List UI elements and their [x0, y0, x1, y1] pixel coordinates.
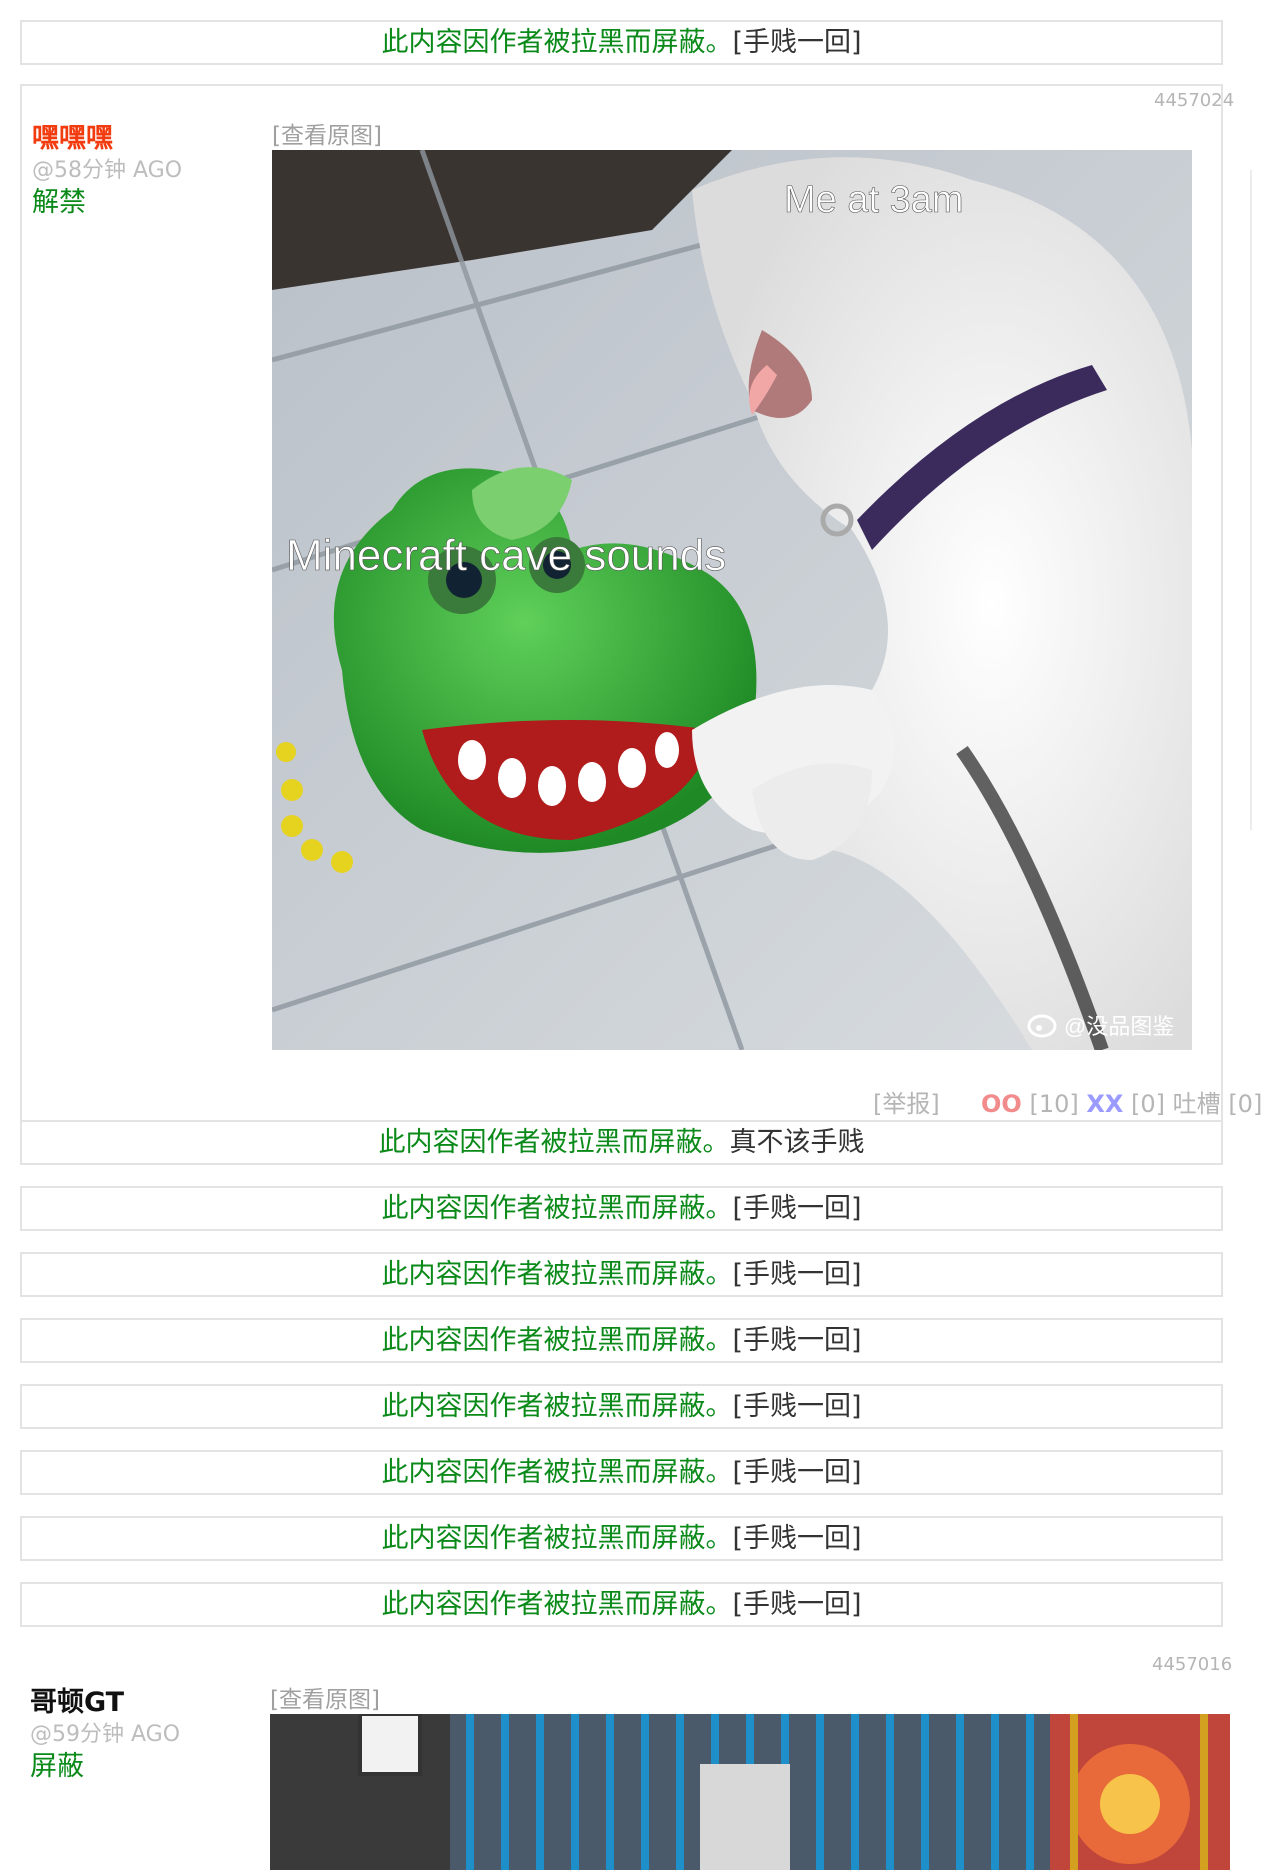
- blocked-post-notice: 此内容因作者被拉黑而屏蔽。[手贱一回]: [20, 1516, 1223, 1561]
- unblock-link[interactable]: 解禁: [32, 180, 86, 219]
- comment-link[interactable]: 吐槽: [1173, 1090, 1221, 1118]
- show-blocked-link[interactable]: [手贱一回]: [732, 27, 861, 58]
- show-blocked-link[interactable]: [手贱一回]: [732, 1391, 861, 1422]
- blocked-text: 此内容因作者被拉黑而屏蔽。: [381, 1259, 733, 1290]
- blocked-post-notice: 此内容因作者被拉黑而屏蔽。[手贱一回]: [20, 1384, 1223, 1429]
- blocked-comment-notice: 此内容因作者被拉黑而屏蔽。真不该手贱: [20, 1120, 1223, 1165]
- image-watermark: @没品图鉴: [1064, 1014, 1174, 1039]
- post-footer: [举报] OO [10] XX [0] 吐槽 [0]: [873, 1084, 1262, 1119]
- show-blocked-link[interactable]: [手贱一回]: [732, 1193, 861, 1224]
- show-blocked-link[interactable]: 真不该手贱: [730, 1127, 865, 1158]
- blocked-text: 此内容因作者被拉黑而屏蔽。: [381, 1325, 733, 1356]
- blocked-post-notice: 此内容因作者被拉黑而屏蔽。[手贱一回]: [20, 1186, 1223, 1231]
- blocked-post-notice: 此内容因作者被拉黑而屏蔽。[手贱一回]: [20, 1252, 1223, 1297]
- post-author: 哥顿GT: [30, 1687, 125, 1718]
- post-image[interactable]: Me at 3am Minecraft cave sounds @没品图鉴: [272, 150, 1192, 1050]
- blocked-text: 此内容因作者被拉黑而屏蔽。: [381, 1523, 733, 1554]
- blocked-text: 此内容因作者被拉黑而屏蔽。: [381, 1391, 733, 1422]
- show-blocked-link[interactable]: [手贱一回]: [732, 1457, 861, 1488]
- show-blocked-link[interactable]: [手贱一回]: [732, 1589, 861, 1620]
- meme-caption-top: Me at 3am: [784, 179, 964, 221]
- blocked-text: 此内容因作者被拉黑而屏蔽。: [381, 1193, 733, 1224]
- vote-oo-button[interactable]: OO: [981, 1090, 1022, 1118]
- right-divider: [1250, 170, 1252, 830]
- post-id[interactable]: 4457016: [1152, 1654, 1284, 1675]
- block-link[interactable]: 屏蔽: [30, 1744, 84, 1783]
- blocked-post-notice: 此内容因作者被拉黑而屏蔽。[手贱一回]: [20, 1450, 1223, 1495]
- blocked-post-notice: 此内容因作者被拉黑而屏蔽。[手贱一回]: [20, 1318, 1223, 1363]
- blocked-text: 此内容因作者被拉黑而屏蔽。: [381, 1589, 733, 1620]
- blocked-post-notice: 此内容因作者被拉黑而屏蔽。[手贱一回]: [20, 20, 1223, 65]
- vote-xx-button[interactable]: XX: [1086, 1090, 1123, 1118]
- show-blocked-link[interactable]: [手贱一回]: [732, 1259, 861, 1290]
- blocked-post-notice: 此内容因作者被拉黑而屏蔽。[手贱一回]: [20, 1582, 1223, 1627]
- meme-caption-middle: Minecraft cave sounds: [286, 531, 726, 580]
- post-author: 嘿嘿嘿: [32, 123, 113, 154]
- vote-xx-count: [0]: [1131, 1090, 1166, 1118]
- view-original-link[interactable]: [查看原图]: [270, 1680, 380, 1714]
- view-original-link[interactable]: [查看原图]: [272, 116, 382, 150]
- blocked-text: 此内容因作者被拉黑而屏蔽。: [381, 1457, 733, 1488]
- blocked-text: 此内容因作者被拉黑而屏蔽。: [378, 1127, 730, 1158]
- comment-count: [0]: [1228, 1090, 1263, 1118]
- vote-oo-count: [10]: [1029, 1090, 1079, 1118]
- show-blocked-link[interactable]: [手贱一回]: [732, 1523, 861, 1554]
- post-id[interactable]: 4457024: [1154, 90, 1284, 111]
- post-image[interactable]: [270, 1714, 1230, 1870]
- show-blocked-link[interactable]: [手贱一回]: [732, 1325, 861, 1356]
- blocked-text: 此内容因作者被拉黑而屏蔽。: [381, 27, 733, 58]
- report-link[interactable]: [举报]: [873, 1090, 940, 1118]
